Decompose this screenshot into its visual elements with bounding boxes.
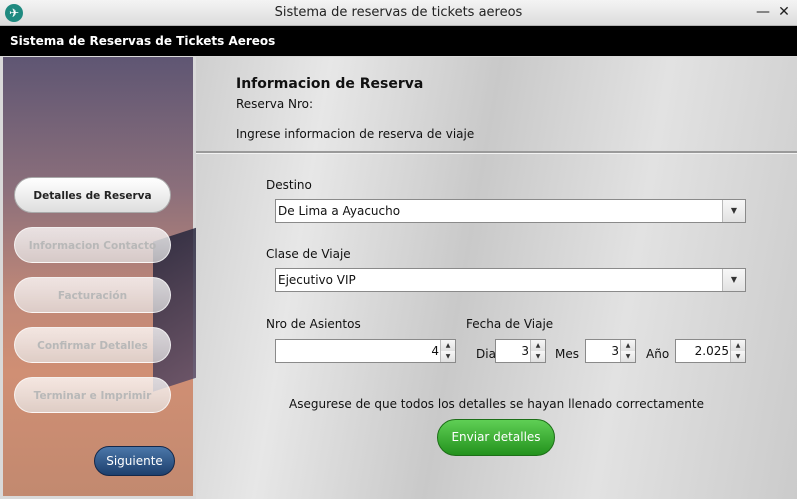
next-button[interactable]: Siguiente — [94, 446, 175, 476]
decrement-arrow-icon[interactable]: ▼ — [620, 351, 635, 362]
reservation-number-label: Reserva Nro: — [236, 97, 314, 111]
step-informacion-contacto[interactable]: Informacion Contacto — [14, 227, 171, 263]
asientos-spinner[interactable]: 4 ▲ ▼ — [275, 339, 456, 363]
clase-value: Ejecutivo VIP — [278, 273, 356, 287]
app-header-title: Sistema de Reservas de Tickets Aereos — [10, 34, 276, 48]
dia-value: 3 — [521, 344, 529, 358]
anio-value: 2.025 — [694, 344, 729, 358]
window-title: Sistema de reservas de tickets aereos — [274, 5, 523, 20]
close-button[interactable]: ✕ — [775, 3, 793, 21]
step-terminar-imprimir[interactable]: Terminar e Imprimir — [14, 377, 171, 413]
mes-spinner[interactable]: 3 ▲ ▼ — [585, 339, 636, 363]
step-detalles-reserva[interactable]: Detalles de Reserva — [14, 177, 171, 213]
sidebar: Detalles de Reserva Informacion Contacto… — [3, 57, 213, 496]
dia-label: Dia — [476, 347, 496, 361]
section-divider — [196, 151, 797, 154]
destino-label: Destino — [266, 178, 312, 192]
decrement-arrow-icon[interactable]: ▼ — [730, 351, 745, 362]
chevron-down-icon[interactable]: ▼ — [722, 269, 745, 291]
destino-value: De Lima a Ayacucho — [278, 204, 401, 218]
validation-note: Asegurese de que todos los detalles se h… — [289, 397, 704, 411]
mes-label: Mes — [555, 347, 579, 361]
submit-details-button[interactable]: Enviar detalles — [437, 419, 555, 456]
destino-dropdown[interactable]: De Lima a Ayacucho ▼ — [275, 199, 746, 223]
main-panel: Informacion de Reserva Reserva Nro: Ingr… — [196, 57, 797, 499]
minimize-button[interactable]: — — [754, 3, 772, 21]
app-header: Sistema de Reservas de Tickets Aereos — [0, 26, 797, 56]
clase-dropdown[interactable]: Ejecutivo VIP ▼ — [275, 268, 746, 292]
step-confirmar-detalles[interactable]: Confirmar Detalles — [14, 327, 171, 363]
section-title: Informacion de Reserva — [236, 76, 424, 92]
clase-label: Clase de Viaje — [266, 247, 351, 261]
asientos-value: 4 — [431, 344, 439, 358]
step-facturacion[interactable]: Facturación — [14, 277, 171, 313]
decrement-arrow-icon[interactable]: ▼ — [530, 351, 545, 362]
mes-value: 3 — [611, 344, 619, 358]
decrement-arrow-icon[interactable]: ▼ — [440, 351, 455, 362]
anio-spinner[interactable]: 2.025 ▲ ▼ — [675, 339, 746, 363]
dia-spinner[interactable]: 3 ▲ ▼ — [495, 339, 546, 363]
asientos-label: Nro de Asientos — [266, 317, 361, 331]
anio-label: Año — [646, 347, 670, 361]
fecha-label: Fecha de Viaje — [466, 317, 554, 331]
chevron-down-icon[interactable]: ▼ — [722, 200, 745, 222]
window-titlebar: ✈ Sistema de reservas de tickets aereos … — [0, 0, 797, 26]
instructions-text: Ingrese informacion de reserva de viaje — [236, 127, 475, 141]
